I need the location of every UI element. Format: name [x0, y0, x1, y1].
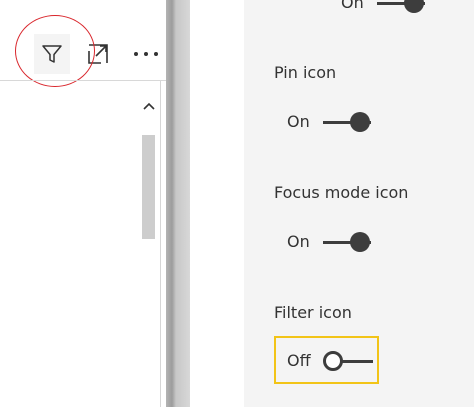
filter-icon-label: Filter icon — [274, 303, 352, 322]
visual-header — [0, 34, 166, 74]
toggle-knob — [323, 351, 343, 371]
chevron-up-icon — [143, 102, 155, 110]
toggle-state-label: On — [287, 112, 310, 131]
toggle-state-label: Off — [287, 351, 311, 370]
report-visual — [0, 0, 328, 407]
focus-mode-icon — [88, 44, 108, 64]
filter-button[interactable] — [34, 34, 70, 74]
filter-icon-toggle[interactable]: Off — [287, 348, 373, 374]
scroll-up-button[interactable] — [138, 97, 160, 115]
focus-mode-icon-label: Focus mode icon — [274, 183, 409, 202]
settings-column: On Pin icon On Focus mode icon On Filter… — [244, 0, 474, 407]
toggle-top-cutoff[interactable]: On — [341, 0, 425, 16]
visual-content-area — [0, 73, 328, 407]
toggle-switch[interactable] — [323, 232, 371, 252]
pin-icon-label: Pin icon — [274, 63, 337, 82]
toggle-switch[interactable] — [377, 0, 425, 13]
toggle-switch[interactable] — [323, 351, 373, 371]
focus-mode-button[interactable] — [80, 34, 116, 74]
toggle-track — [341, 360, 373, 363]
toggle-knob — [350, 232, 370, 252]
toggle-state-label: On — [341, 0, 364, 12]
toggle-knob — [350, 112, 370, 132]
format-pane: On Pin icon On Focus mode icon On Filter… — [190, 0, 474, 407]
scrollbar-thumb[interactable] — [142, 135, 155, 239]
focus-mode-icon-toggle[interactable]: On — [287, 229, 371, 255]
filter-icon — [42, 45, 62, 63]
toggle-state-label: On — [287, 232, 310, 251]
more-options-icon — [134, 52, 158, 56]
more-options-button[interactable] — [124, 34, 168, 74]
pin-icon-toggle[interactable]: On — [287, 109, 371, 135]
toggle-knob — [404, 0, 424, 13]
screenshot-root: On Pin icon On Focus mode icon On Filter… — [0, 0, 474, 407]
pane-divider[interactable] — [166, 0, 190, 407]
toggle-switch[interactable] — [323, 112, 371, 132]
